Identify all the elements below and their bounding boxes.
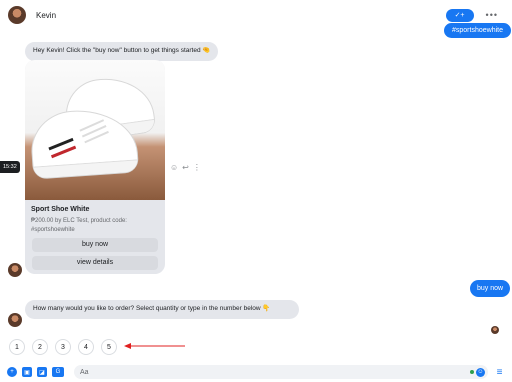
emoji-react-icon[interactable]: ☺ — [170, 163, 178, 172]
sticker-icon[interactable]: ◪ — [37, 367, 47, 377]
quick-reply-4[interactable]: 4 — [78, 339, 94, 355]
quick-replies: 1 2 3 4 5 — [9, 339, 124, 355]
buy-now-button[interactable]: buy now — [32, 238, 158, 253]
quick-reply-1[interactable]: 1 — [9, 339, 25, 355]
buy-now-message-bubble: buy now — [470, 280, 511, 297]
shoe-front-sole — [33, 159, 139, 179]
product-title: Sport Shoe White — [31, 206, 90, 213]
quantity-prompt-bubble: How many would you like to order? Select… — [25, 300, 299, 319]
quick-reply-3[interactable]: 3 — [55, 339, 71, 355]
annotation-arrow — [124, 343, 185, 349]
quick-reply-5[interactable]: 5 — [101, 339, 117, 355]
sender-avatar[interactable] — [8, 313, 22, 327]
greeting-message-text: Hey Kevin! Click the "buy now" button to… — [33, 47, 211, 54]
greeting-message-bubble: Hey Kevin! Click the "buy now" button to… — [25, 42, 219, 61]
product-image — [25, 60, 165, 200]
shoe-lace — [79, 119, 105, 132]
reply-icon[interactable]: ↩ — [182, 163, 189, 172]
sender-avatar[interactable] — [8, 263, 22, 277]
emoji-icon[interactable]: ☺ — [476, 367, 485, 377]
message-input-wrapper: ☺ — [74, 365, 488, 379]
message-input[interactable] — [80, 368, 482, 376]
buy-now-message-text: buy now — [477, 285, 504, 292]
message-actions: ☺ ↩ ⋮ — [170, 163, 205, 172]
status-dot — [470, 370, 474, 374]
gif-icon[interactable]: G — [52, 367, 64, 377]
product-card: Sport Shoe White ₱200.00 by ELC Test, pr… — [25, 60, 165, 274]
more-vertical-icon[interactable]: ⋮ — [193, 163, 201, 172]
product-card-body: Sport Shoe White ₱200.00 by ELC Test, pr… — [25, 200, 165, 271]
product-price-line: ₱200.00 by ELC Test, product code: — [31, 218, 127, 224]
seen-avatar — [491, 326, 499, 334]
message-composer: + ▣ ◪ G ☺ ≡ — [0, 362, 512, 382]
view-details-button[interactable]: view details — [32, 256, 158, 271]
product-code-line: #sportshoewhite — [31, 226, 75, 233]
messenger-chat-window: Kevin ✓+ ••• #sportshoewhite Hey Kevin! … — [0, 0, 512, 382]
product-subtitle: ₱200.00 by ELC Test, product code: #spor… — [31, 217, 159, 234]
image-icon[interactable]: ▣ — [22, 367, 32, 377]
quantity-prompt-text: How many would you like to order? Select… — [33, 305, 271, 312]
menu-icon[interactable]: ≡ — [494, 367, 505, 378]
message-timestamp: 15:32 — [0, 161, 20, 173]
message-thread: #sportshoewhite Hey Kevin! Click the "bu… — [0, 0, 512, 362]
tag-message-text: #sportshoewhite — [452, 27, 503, 34]
quick-reply-2[interactable]: 2 — [32, 339, 48, 355]
tag-message-bubble: #sportshoewhite — [444, 23, 511, 38]
plus-icon[interactable]: + — [7, 367, 17, 377]
